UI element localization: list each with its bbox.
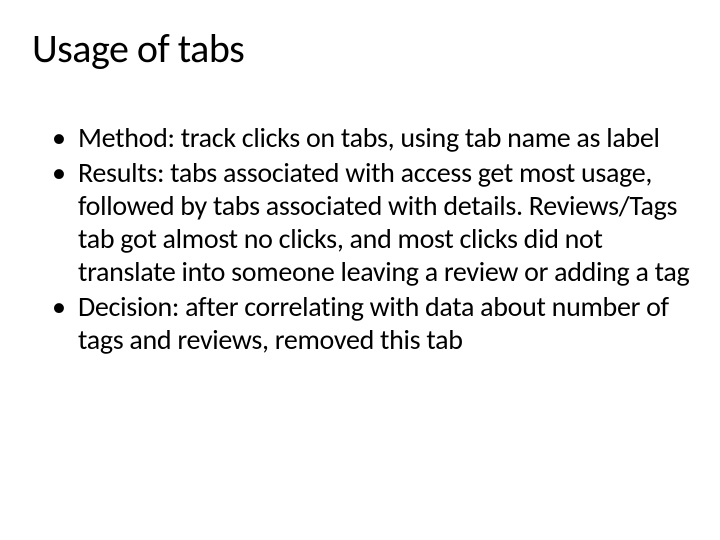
bullet-item: Decision: after correlating with data ab… [46,290,692,356]
bullet-item: Results: tabs associated with access get… [46,156,692,288]
bullet-list: Method: track clicks on tabs, using tab … [46,121,692,356]
bullet-item: Method: track clicks on tabs, using tab … [46,121,692,154]
slide: Usage of tabs Method: track clicks on ta… [0,0,720,540]
slide-title: Usage of tabs [32,24,692,73]
slide-content: Method: track clicks on tabs, using tab … [28,121,692,356]
